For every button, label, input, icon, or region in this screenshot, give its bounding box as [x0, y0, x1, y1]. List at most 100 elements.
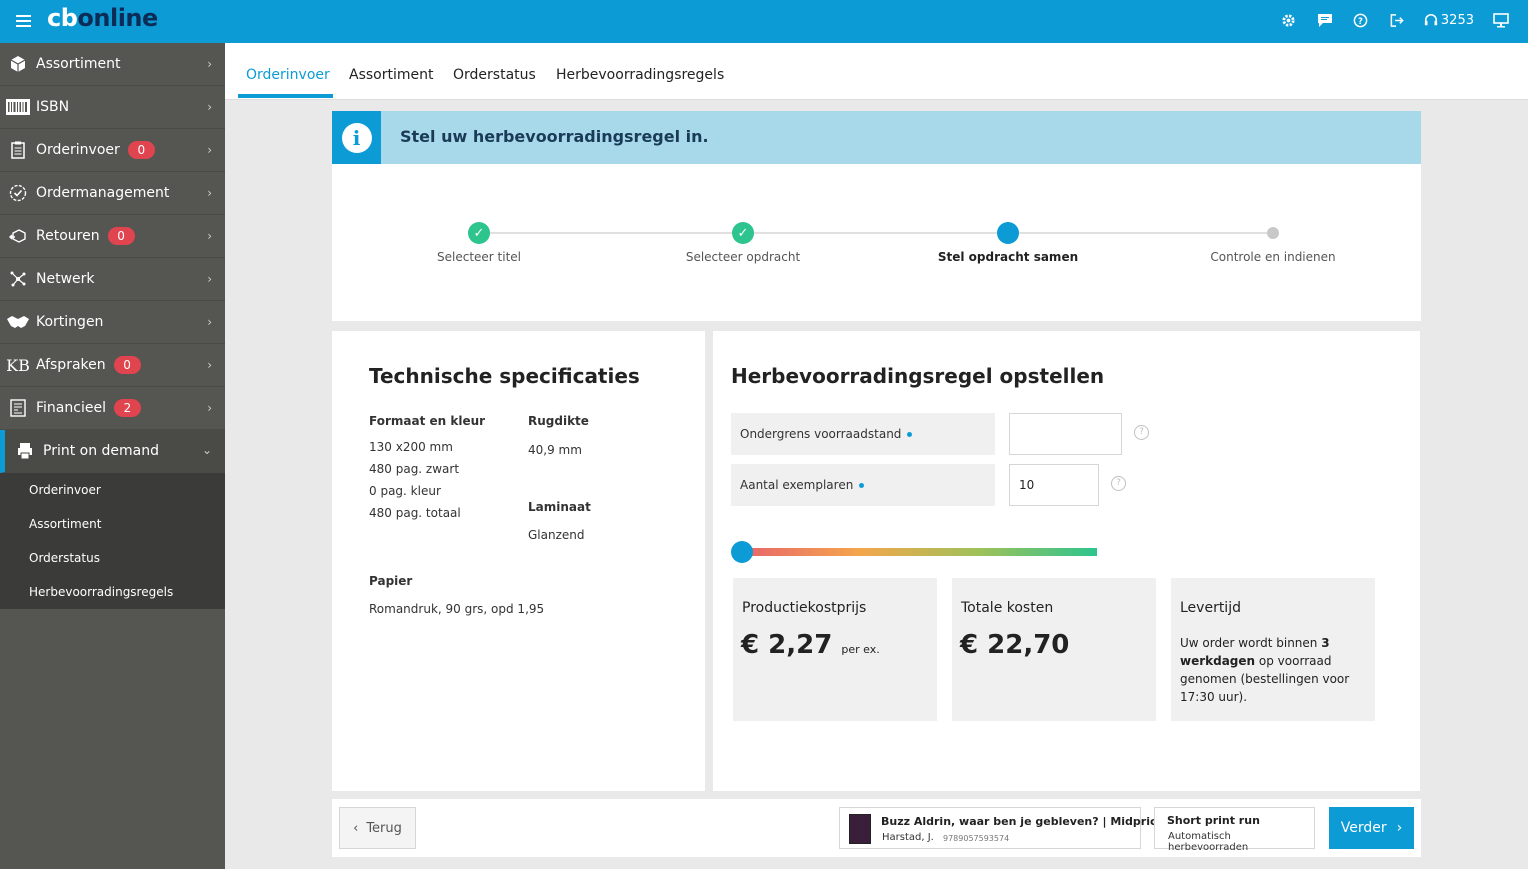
spec-value: 480 pag. zwart — [369, 462, 460, 476]
sidebar-item-retouren[interactable]: Retouren 0 › — [0, 215, 225, 258]
barcode-icon — [6, 97, 30, 117]
kb-logo-icon: KB — [6, 355, 30, 375]
invoice-icon — [8, 398, 28, 418]
top-bar: cbonline ? 3253 — [0, 0, 1528, 43]
spec-value: 130 x200 mm — [369, 440, 453, 454]
count-badge: 0 — [113, 356, 141, 374]
back-button[interactable]: ‹ Terug — [339, 807, 416, 849]
sidebar-item-label: Afspraken — [36, 357, 106, 373]
check-circle-icon — [8, 183, 28, 203]
chevron-right-icon: › — [207, 100, 212, 114]
sidebar-subnav: Orderinvoer Assortiment Orderstatus Herb… — [0, 473, 225, 609]
help-icon[interactable]: ? — [1134, 425, 1149, 440]
back-button-label: Terug — [366, 820, 402, 836]
spec-value: Glanzend — [528, 528, 585, 542]
count-badge: 0 — [127, 141, 155, 159]
app-logo[interactable]: cbonline — [47, 4, 158, 32]
chevron-right-icon: › — [207, 186, 212, 200]
sidebar-item-assortiment[interactable]: Assortiment › — [0, 43, 225, 86]
step-1-check-icon: ✓ — [468, 222, 490, 244]
gear-icon[interactable] — [1280, 11, 1298, 29]
sidebar-item-isbn[interactable]: ISBN › — [0, 86, 225, 129]
box-icon — [8, 54, 28, 74]
banner-text: Stel uw herbevoorradingsregel in. — [400, 127, 709, 146]
chevron-right-icon: › — [1396, 820, 1403, 836]
sidebar-item-label: Retouren — [36, 228, 100, 244]
subnav-item-orderinvoer[interactable]: Orderinvoer — [0, 473, 225, 507]
unit-cost-value: € 2,27 per ex. — [741, 630, 880, 660]
menu-icon[interactable] — [16, 15, 31, 27]
delivery-card: Levertijd Uw order wordt binnen 3 werkda… — [1171, 578, 1375, 721]
step-3-current-dot — [997, 222, 1019, 244]
quantity-slider-track[interactable] — [741, 548, 1097, 556]
tab-orderinvoer[interactable]: Orderinvoer — [246, 67, 330, 83]
sidebar-item-netwerk[interactable]: Netwerk › — [0, 258, 225, 301]
lower-limit-input[interactable] — [1009, 413, 1122, 455]
spec-heading: Rugdikte — [528, 414, 589, 428]
sidebar-item-label: Ordermanagement — [36, 185, 170, 201]
tab-herbevoorradingsregels[interactable]: Herbevoorradingsregels — [556, 67, 724, 83]
panel-divider — [705, 331, 713, 776]
logout-icon[interactable] — [1388, 11, 1406, 29]
sidebar-item-label: Kortingen — [36, 314, 104, 330]
sidebar-item-label: Netwerk — [36, 271, 95, 287]
next-button[interactable]: Verder › — [1329, 807, 1414, 849]
logo-prefix: cb — [47, 4, 78, 32]
card-title: Levertijd — [1180, 600, 1241, 616]
required-dot-icon — [859, 483, 865, 488]
help-icon[interactable]: ? — [1111, 476, 1126, 491]
book-title: Buzz Aldrin, waar ben je gebleven? | Mid… — [881, 815, 1164, 828]
chevron-right-icon: › — [207, 57, 212, 71]
top-icons: ? 3253 — [1280, 11, 1510, 29]
spec-value: Romandruk, 90 grs, opd 1,95 — [369, 602, 545, 616]
sidebar-item-afspraken[interactable]: KB Afspraken 0 › — [0, 344, 225, 387]
tab-orderstatus[interactable]: Orderstatus — [453, 67, 536, 83]
card-value-suffix: per ex. — [841, 643, 880, 656]
chevron-right-icon: › — [207, 315, 212, 329]
spec-heading: Formaat en kleur — [369, 414, 486, 428]
field-label-text: Aantal exemplaren — [740, 478, 854, 492]
return-icon — [8, 226, 28, 246]
help-icon[interactable]: ? — [1352, 11, 1370, 29]
spec-panel: Technische specificaties Formaat en kleu… — [332, 331, 705, 791]
book-cover-image — [849, 814, 871, 844]
sidebar-item-kortingen[interactable]: Kortingen › — [0, 301, 225, 344]
chat-icon[interactable] — [1316, 11, 1334, 29]
subnav-item-herbevoorradingsregels[interactable]: Herbevoorradingsregels — [0, 575, 225, 609]
step-label: Stel opdracht samen — [937, 250, 1079, 264]
spec-value: 480 pag. totaal — [369, 506, 461, 520]
subnav-item-assortiment[interactable]: Assortiment — [0, 507, 225, 541]
count-badge: 2 — [113, 399, 141, 417]
info-banner: i Stel uw herbevoorradingsregel in. — [332, 111, 1421, 164]
chevron-right-icon: › — [207, 358, 212, 372]
sidebar-item-print-on-demand[interactable]: Print on demand ⌄ — [0, 430, 225, 473]
subnav-item-orderstatus[interactable]: Orderstatus — [0, 541, 225, 575]
step-4-pending-dot — [1267, 227, 1279, 239]
lower-limit-label: Ondergrens voorraadstand — [731, 413, 995, 455]
copies-input[interactable]: 10 — [1009, 464, 1099, 506]
network-icon — [8, 269, 28, 289]
quantity-slider-handle[interactable] — [731, 541, 753, 563]
notification-count: 3253 — [1440, 12, 1474, 28]
step-2-check-icon: ✓ — [732, 222, 754, 244]
svg-text:?: ? — [1358, 15, 1363, 25]
required-dot-icon — [907, 432, 913, 437]
step-label: Selecteer opdracht — [685, 250, 801, 264]
support-counter[interactable]: 3253 — [1424, 11, 1474, 29]
spec-panel-title: Technische specificaties — [369, 364, 640, 388]
sidebar-item-ordermanagement[interactable]: Ordermanagement › — [0, 172, 225, 215]
delivery-text-pre: Uw order wordt binnen — [1180, 636, 1322, 650]
step-label: Controle en indienen — [1210, 250, 1336, 264]
sidebar-item-orderinvoer[interactable]: Orderinvoer 0 › — [0, 129, 225, 172]
book-author: Harstad, J. — [882, 832, 934, 843]
step-label: Selecteer titel — [437, 250, 521, 264]
monitor-icon[interactable] — [1492, 11, 1510, 29]
chevron-left-icon: ‹ — [353, 820, 359, 836]
chevron-right-icon: › — [207, 401, 212, 415]
job-title: Short print run — [1167, 814, 1260, 827]
count-badge: 0 — [107, 227, 135, 245]
tab-assortiment[interactable]: Assortiment — [349, 67, 433, 83]
sidebar-item-financieel[interactable]: Financieel 2 › — [0, 387, 225, 430]
chevron-down-icon: ⌄ — [201, 443, 212, 457]
progress-stepper: ✓ ✓ Selecteer titel Selecteer opdracht S… — [332, 164, 1421, 321]
